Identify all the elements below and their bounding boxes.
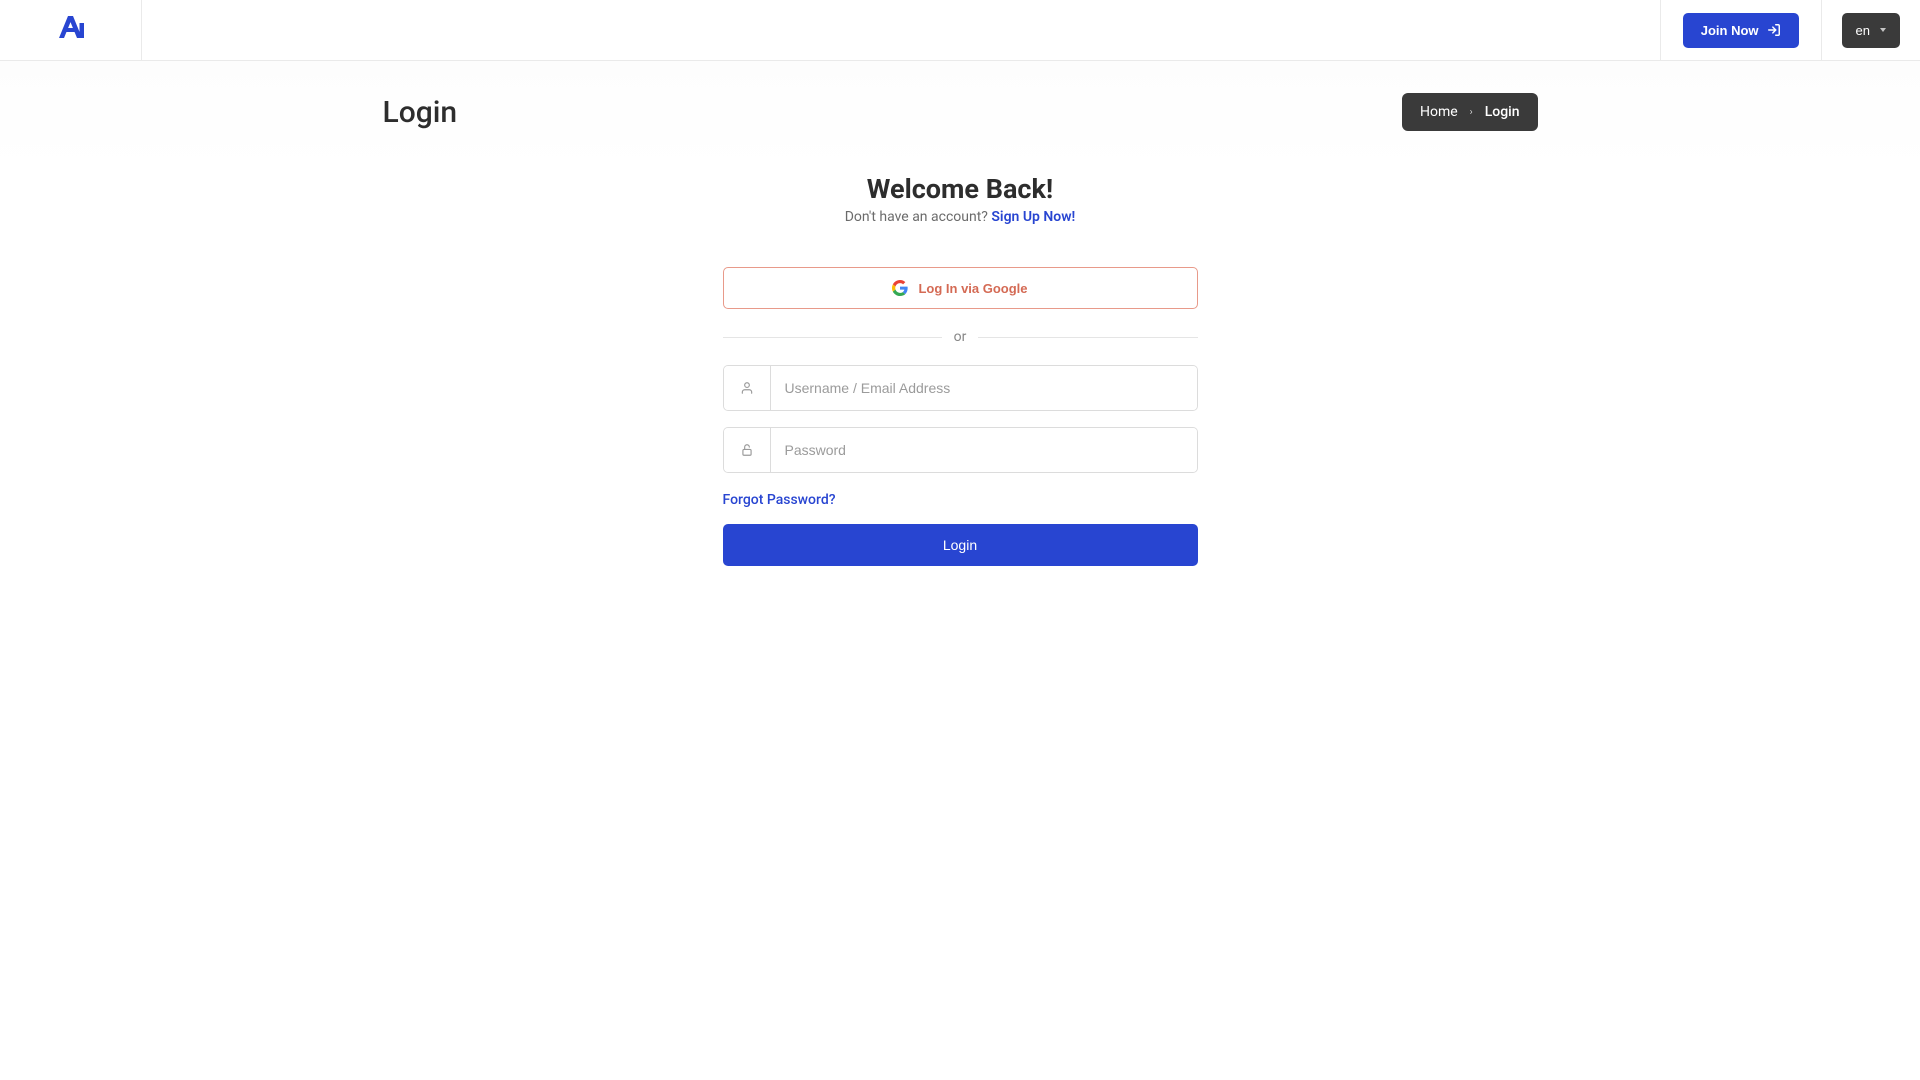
username-input-group [723,365,1198,411]
lock-icon [724,428,771,472]
login-arrow-icon [1767,23,1781,37]
password-input-group [723,427,1198,473]
chevron-right-icon: › [1470,107,1473,118]
header-right: Join Now en [1660,0,1920,60]
google-login-label: Log In via Google [918,281,1027,296]
join-now-label: Join Now [1701,23,1759,38]
logo[interactable] [56,13,86,48]
page-title: Login [383,95,458,130]
signup-link[interactable]: Sign Up Now! [991,209,1075,225]
breadcrumb-home[interactable]: Home [1420,104,1458,120]
page-heading: Login Home › Login [0,61,1920,171]
chevron-down-icon [1880,28,1886,32]
breadcrumb-current: Login [1485,104,1520,120]
main-content: Welcome Back! Don't have an account? Sig… [0,171,1920,566]
language-label: en [1856,23,1870,38]
no-account-text: Don't have an account? [845,209,992,225]
login-button[interactable]: Login [723,524,1198,566]
user-icon [724,366,771,410]
forgot-password-link[interactable]: Forgot Password? [723,492,836,508]
language-selector[interactable]: en [1842,13,1900,48]
header-left [0,0,142,60]
join-now-button[interactable]: Join Now [1683,13,1799,48]
language-wrapper: en [1821,0,1920,60]
google-login-button[interactable]: Log In via Google [723,267,1198,309]
welcome-title: Welcome Back! [723,173,1198,205]
header: Join Now en [0,0,1920,61]
divider-text: or [942,329,979,345]
divider: or [723,329,1198,345]
username-input[interactable] [771,366,1197,410]
password-input[interactable] [771,428,1197,472]
heading-inner: Login Home › Login [373,93,1548,131]
breadcrumb: Home › Login [1402,93,1538,131]
welcome-subtitle: Don't have an account? Sign Up Now! [723,209,1198,225]
logo-container [0,0,142,60]
join-button-wrapper: Join Now [1660,0,1821,60]
login-form: Welcome Back! Don't have an account? Sig… [723,173,1198,566]
google-icon [892,280,908,296]
